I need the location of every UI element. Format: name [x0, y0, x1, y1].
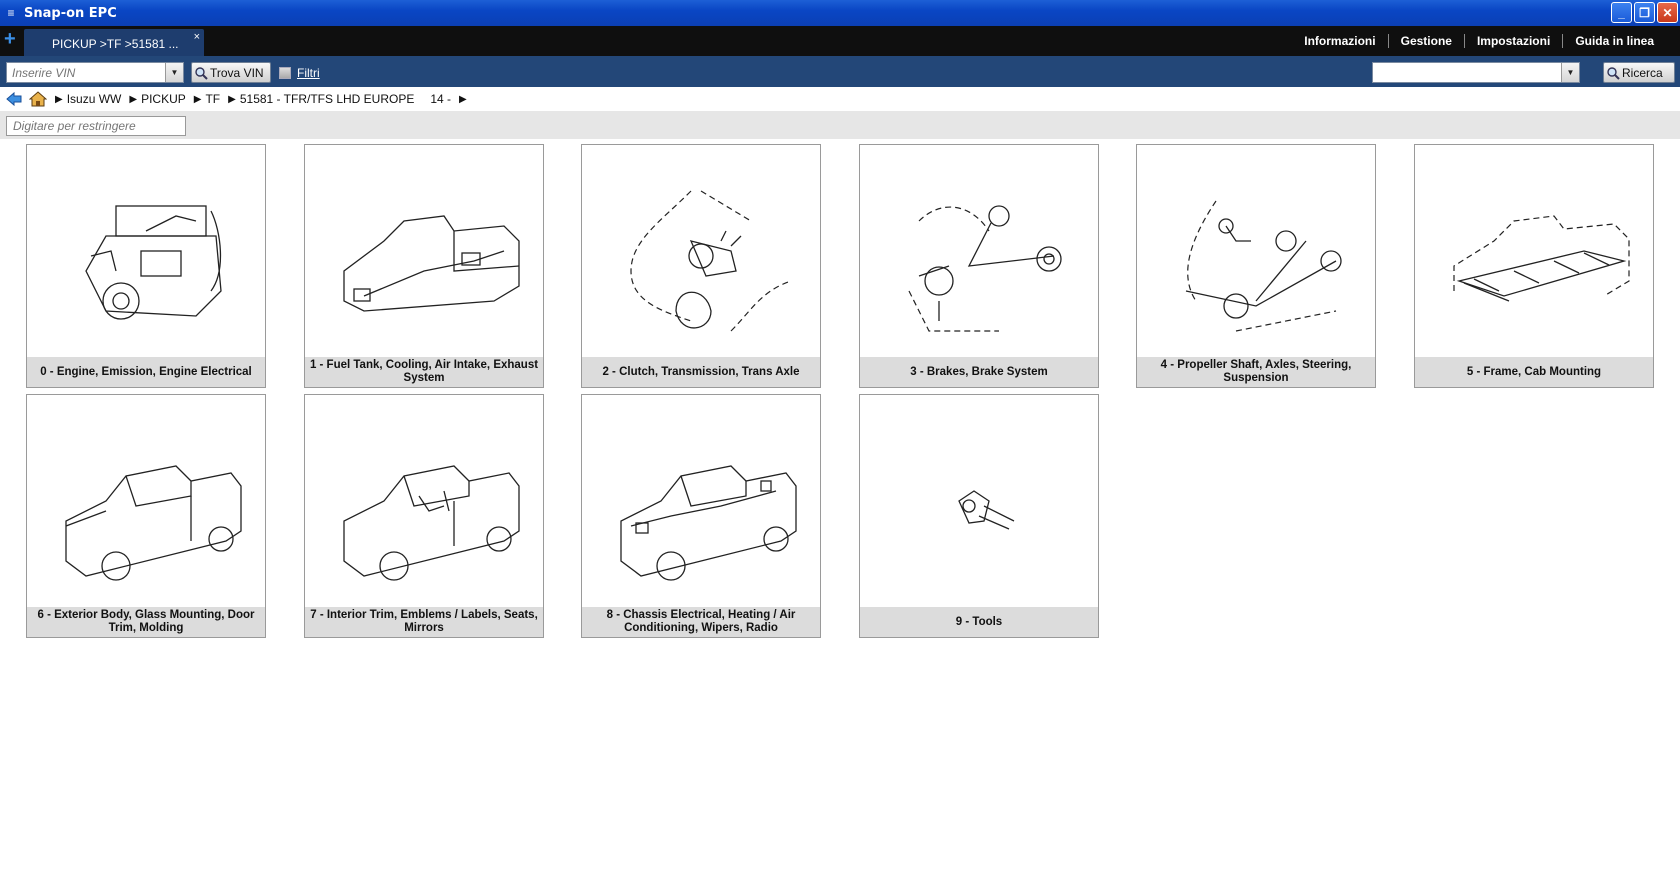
filtri-checkbox[interactable]	[279, 67, 291, 79]
close-icon: ✕	[1662, 5, 1673, 20]
app-icon: ≡	[7, 6, 15, 20]
menu-guida[interactable]: Guida in linea	[1562, 34, 1666, 48]
ricerca-button[interactable]: Ricerca	[1603, 62, 1675, 83]
filter-row	[0, 111, 1680, 139]
interior-trim-illustration	[305, 395, 543, 607]
home-icon[interactable]	[29, 91, 47, 107]
close-window-button[interactable]: ✕	[1657, 2, 1678, 23]
group-card-8[interactable]: 8 - Chassis Electrical, Heating / Air Co…	[581, 394, 821, 638]
filtri-link[interactable]: Filtri	[297, 66, 320, 80]
chevron-down-icon: ▼	[170, 68, 179, 77]
group-caption: 0 - Engine, Emission, Engine Electrical	[27, 357, 265, 387]
breadcrumb-separator: ▶	[228, 93, 236, 105]
group-card-3[interactable]: 3 - Brakes, Brake System	[859, 144, 1099, 388]
chassis-electrical-illustration	[582, 395, 820, 607]
group-card-9[interactable]: 9 - Tools	[859, 394, 1099, 638]
breadcrumb-pickup[interactable]: PICKUP	[141, 92, 186, 106]
back-arrow-icon[interactable]	[5, 91, 23, 107]
group-caption: 9 - Tools	[860, 607, 1098, 637]
group-caption: 2 - Clutch, Transmission, Trans Axle	[582, 357, 820, 387]
group-card-4[interactable]: 4 - Propeller Shaft, Axles, Steering, Su…	[1136, 144, 1376, 388]
group-caption: 4 - Propeller Shaft, Axles, Steering, Su…	[1137, 357, 1375, 387]
group-caption: 8 - Chassis Electrical, Heating / Air Co…	[582, 607, 820, 637]
breadcrumb-step[interactable]: 14 -	[430, 92, 451, 106]
search-dropdown-button[interactable]: ▼	[1561, 63, 1579, 82]
group-card-6[interactable]: 6 - Exterior Body, Glass Mounting, Door …	[26, 394, 266, 638]
group-caption: 3 - Brakes, Brake System	[860, 357, 1098, 387]
breadcrumb: ▶ Isuzu WW ▶ PICKUP ▶ TF ▶ 51581 - TFR/T…	[0, 87, 1680, 111]
breadcrumb-separator: ▶	[129, 93, 138, 105]
group-card-5[interactable]: 5 - Frame, Cab Mounting	[1414, 144, 1654, 388]
group-card-2[interactable]: 2 - Clutch, Transmission, Trans Axle	[581, 144, 821, 388]
group-card-7[interactable]: 7 - Interior Trim, Emblems / Labels, Sea…	[304, 394, 544, 638]
brake-system-illustration	[860, 145, 1098, 357]
chevron-down-icon: ▼	[1566, 68, 1575, 77]
exterior-body-illustration	[27, 395, 265, 607]
axles-steering-illustration	[1137, 145, 1375, 357]
tab-label: PICKUP >TF >51581 ...	[52, 37, 179, 51]
group-card-0[interactable]: 0 - Engine, Emission, Engine Electrical	[26, 144, 266, 388]
trova-vin-button[interactable]: Trova VIN	[191, 62, 271, 83]
ricerca-label: Ricerca	[1622, 65, 1663, 80]
fuel-system-illustration	[305, 145, 543, 357]
menu-gestione[interactable]: Gestione	[1387, 34, 1464, 48]
search-icon	[195, 66, 208, 80]
tab-close-icon[interactable]: ×	[194, 31, 200, 43]
transmission-illustration	[582, 145, 820, 357]
restrict-filter-input[interactable]	[6, 116, 186, 136]
group-caption: 5 - Frame, Cab Mounting	[1415, 357, 1653, 387]
breadcrumb-separator: ▶	[193, 93, 202, 105]
top-menu: Informazioni Gestione Impostazioni Guida…	[1292, 34, 1666, 48]
search-icon	[1607, 66, 1620, 80]
breadcrumb-separator: ▶	[459, 93, 467, 105]
window-controls: _ ❐ ✕	[1611, 2, 1678, 23]
menu-impostazioni[interactable]: Impostazioni	[1463, 34, 1562, 48]
breadcrumb-separator: ▶	[55, 93, 63, 105]
title-bar: ≡ Snap-on EPC _ ❐ ✕	[0, 0, 1680, 26]
vin-dropdown-button[interactable]: ▼	[165, 63, 183, 82]
engine-illustration	[27, 145, 265, 357]
group-caption: 6 - Exterior Body, Glass Mounting, Door …	[27, 607, 265, 637]
tab-pickup[interactable]: PICKUP >TF >51581 ... ×	[24, 29, 204, 56]
minimize-button[interactable]: _	[1611, 2, 1632, 23]
group-caption: 1 - Fuel Tank, Cooling, Air Intake, Exha…	[305, 357, 543, 387]
minimize-icon: _	[1618, 5, 1625, 20]
add-tab-button[interactable]: +	[4, 29, 20, 50]
search-combo[interactable]: ▼	[1372, 62, 1580, 83]
breadcrumb-tf[interactable]: TF	[205, 92, 220, 106]
filtri-toggle[interactable]: Filtri	[279, 66, 320, 80]
group-card-1[interactable]: 1 - Fuel Tank, Cooling, Air Intake, Exha…	[304, 144, 544, 388]
maximize-button[interactable]: ❐	[1634, 2, 1655, 23]
trova-vin-label: Trova VIN	[210, 65, 264, 80]
vin-input[interactable]	[7, 63, 165, 82]
toolbar: ▼ Trova VIN Filtri ▼ Ricerca	[0, 56, 1680, 87]
frame-illustration	[1415, 145, 1653, 357]
restore-icon: ❐	[1639, 5, 1650, 20]
vin-combo[interactable]: ▼	[6, 62, 184, 83]
breadcrumb-isuzu[interactable]: Isuzu WW	[67, 92, 122, 106]
menu-informazioni[interactable]: Informazioni	[1292, 34, 1387, 48]
window-title: Snap-on EPC	[24, 5, 117, 21]
breadcrumb-model[interactable]: 51581 - TFR/TFS LHD EUROPE	[240, 92, 415, 106]
tools-illustration	[860, 395, 1098, 607]
group-caption: 7 - Interior Trim, Emblems / Labels, Sea…	[305, 607, 543, 637]
